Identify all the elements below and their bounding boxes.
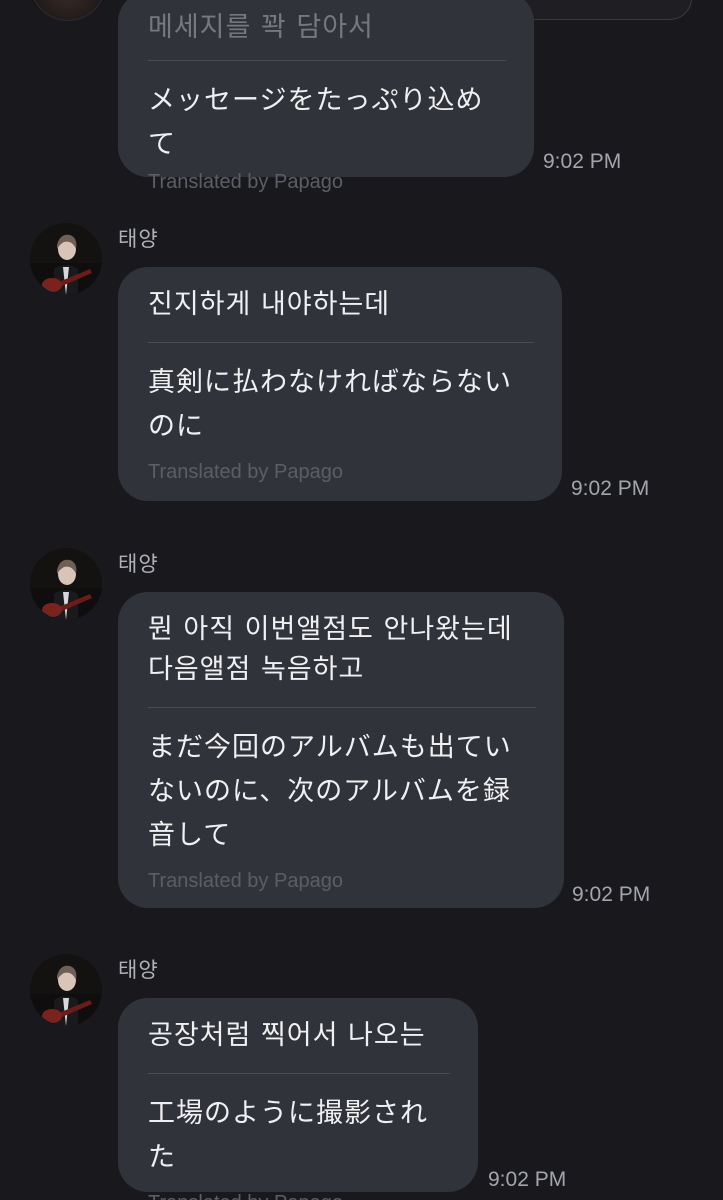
message-bubble[interactable]: 진지하게 내야하는데 真剣に払わなければならないのに Translated by… — [118, 267, 562, 501]
translated-message-text: メッセージをたっぷり込めて — [148, 85, 484, 160]
translated-message-text: 真剣に払わなければならないのに — [148, 367, 512, 442]
translation-divider — [148, 1073, 450, 1074]
translated-message-text: 工場のように撮影された — [148, 1098, 428, 1173]
chat-screen: 메세지를 꽉 담아서 メッセージをたっぷり込めて Translated by P… — [0, 0, 723, 1200]
original-message-text: 공장처럼 찍어서 나오는 — [148, 1020, 426, 1051]
profile-photo-icon — [30, 548, 102, 620]
original-message-text: 뭔 아직 이번앨점도 안나왔는데 다음앨점 녹음하고 — [148, 614, 513, 685]
sender-name: 태양 — [118, 552, 159, 576]
message-timestamp: 9:02 PM — [543, 150, 622, 173]
message-timestamp: 9:02 PM — [488, 1168, 567, 1191]
original-message-text: 진지하게 내야하는데 — [148, 289, 391, 320]
translation-credit: Translated by Papago — [148, 461, 343, 483]
translation-divider — [148, 342, 534, 343]
avatar[interactable] — [30, 548, 102, 620]
translation-credit: Translated by Papago — [148, 870, 343, 892]
message-bubble[interactable]: 뭔 아직 이번앨점도 안나왔는데 다음앨점 녹음하고 まだ今回のアルバムも出てい… — [118, 592, 564, 908]
translation-divider — [148, 707, 536, 708]
avatar[interactable] — [30, 223, 102, 295]
profile-photo-icon — [30, 954, 102, 1026]
message-bubble[interactable]: 공장처럼 찍어서 나오는 工場のように撮影された Translated by P… — [118, 998, 478, 1200]
sender-name: 태양 — [118, 958, 159, 982]
previous-outgoing-bubble[interactable] — [512, 0, 692, 20]
translation-divider — [148, 60, 506, 61]
translation-credit: Translated by Papago — [148, 171, 343, 193]
original-message-text: 메세지를 꽉 담아서 — [148, 12, 374, 43]
translation-credit: Translated by Papago — [148, 1192, 450, 1200]
message-timestamp: 9:02 PM — [571, 477, 650, 500]
message-timestamp: 9:02 PM — [572, 883, 651, 906]
profile-photo-icon — [30, 223, 102, 295]
avatar[interactable] — [30, 0, 106, 21]
message-bubble[interactable]: 메세지를 꽉 담아서 メッセージをたっぷり込めて Translated by P… — [118, 0, 534, 193]
sender-name: 태양 — [118, 227, 159, 251]
translated-message-text: まだ今回のアルバムも出ていないのに、次のアルバムを録音して — [148, 732, 512, 851]
avatar[interactable] — [30, 954, 102, 1026]
